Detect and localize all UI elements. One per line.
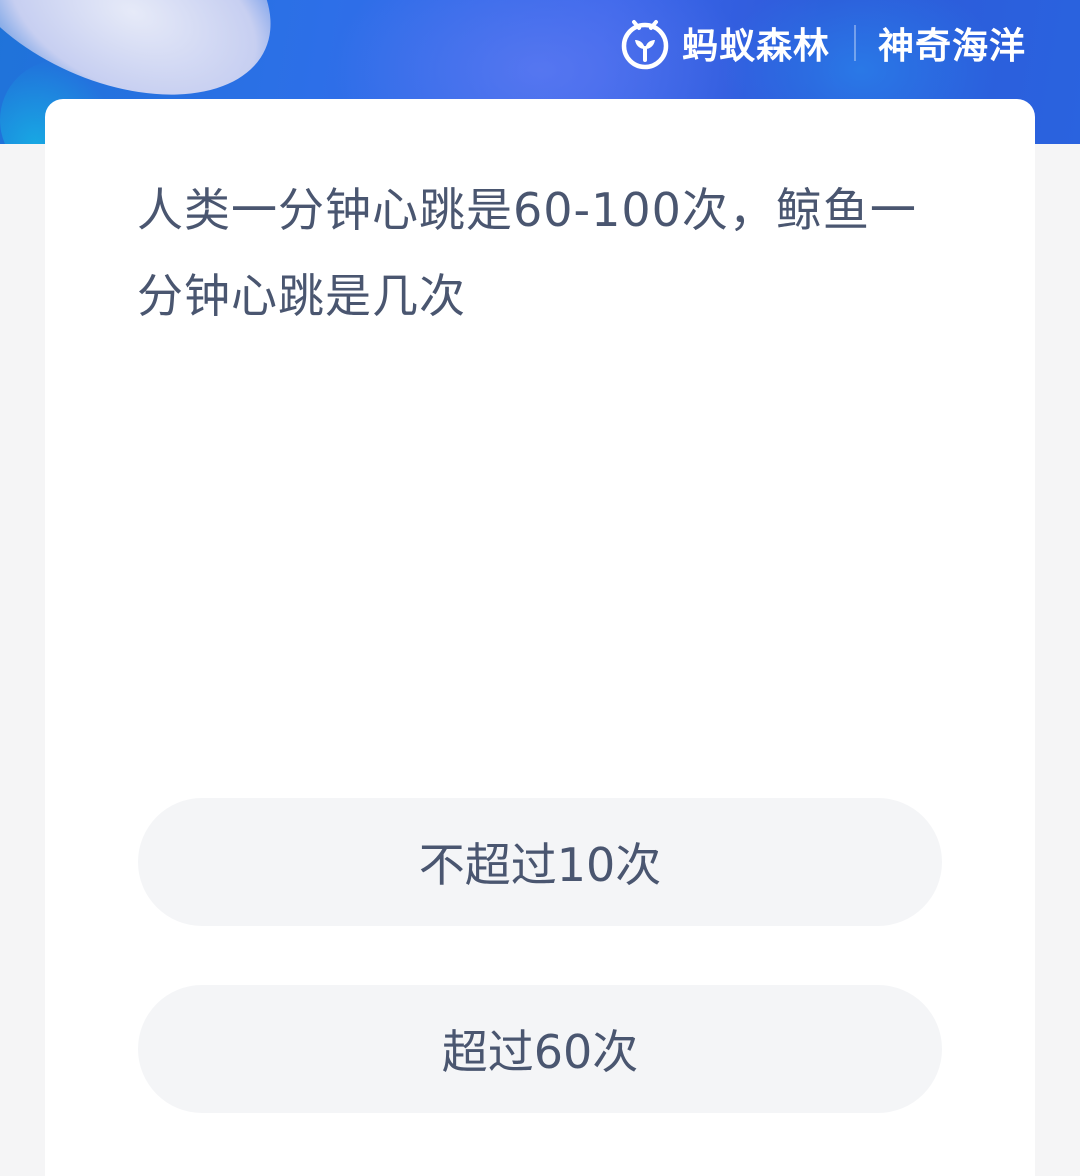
answer-option-2[interactable]: 超过60次	[138, 985, 942, 1113]
question-card: 人类一分钟心跳是60-100次，鲸鱼一分钟心跳是几次 不超过10次 超过60次	[45, 99, 1035, 1176]
answer-option-1[interactable]: 不超过10次	[138, 798, 942, 926]
quiz-page: 蚂蚁森林 神奇海洋 人类一分钟心跳是60-100次，鲸鱼一分钟心跳是几次 不超过…	[0, 0, 1080, 1176]
brand-subtitle: 神奇海洋	[877, 26, 1026, 67]
answer-option-label: 不超过10次	[418, 838, 662, 892]
brand-divider	[853, 25, 856, 61]
question-text: 人类一分钟心跳是60-100次，鲸鱼一分钟心跳是几次	[137, 183, 917, 323]
answer-option-label: 超过60次	[441, 1025, 639, 1079]
ant-forest-logo-icon	[621, 20, 669, 70]
brand-name: 蚂蚁森林	[681, 26, 830, 67]
brand-lockup: 蚂蚁森林 神奇海洋	[618, 16, 1026, 70]
